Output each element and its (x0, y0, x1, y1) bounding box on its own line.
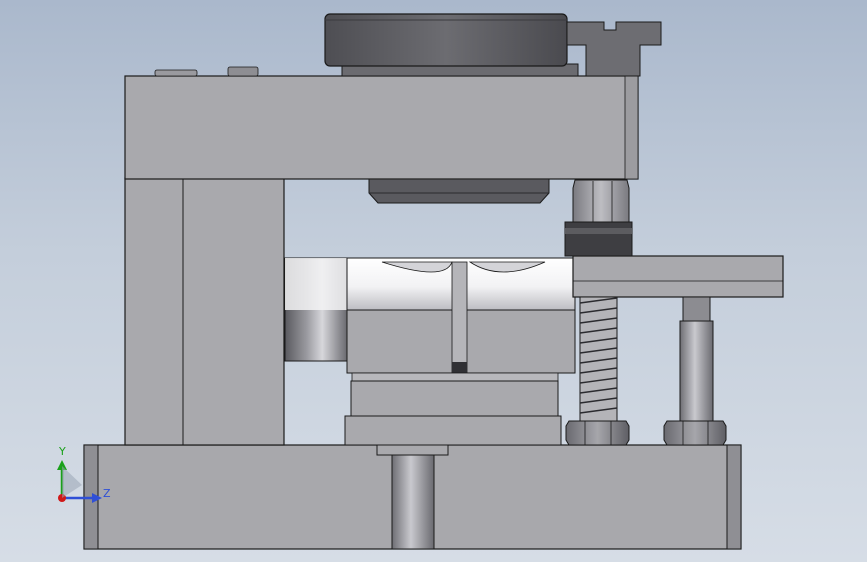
horizontal-cylinder[interactable] (284, 257, 348, 362)
triad-plane (62, 466, 82, 498)
assembly-model[interactable]: Y Z (0, 0, 867, 562)
z-axis-label: Z (103, 487, 111, 500)
frame-upper-arm[interactable] (124, 66, 639, 180)
hex-nut-left[interactable] (565, 420, 630, 446)
right-clamp-plate[interactable] (572, 255, 784, 298)
center-fixture-block[interactable] (346, 257, 576, 374)
right-support-pin[interactable] (679, 296, 714, 422)
y-axis-label: Y (58, 445, 66, 458)
upper-press-boss[interactable] (368, 178, 550, 204)
top-dial[interactable] (324, 13, 662, 77)
cad-3d-viewport[interactable]: Y Z (0, 0, 867, 562)
hex-nut-right[interactable] (663, 420, 727, 446)
frame-column[interactable] (124, 177, 285, 446)
lower-support-block[interactable] (344, 372, 562, 446)
